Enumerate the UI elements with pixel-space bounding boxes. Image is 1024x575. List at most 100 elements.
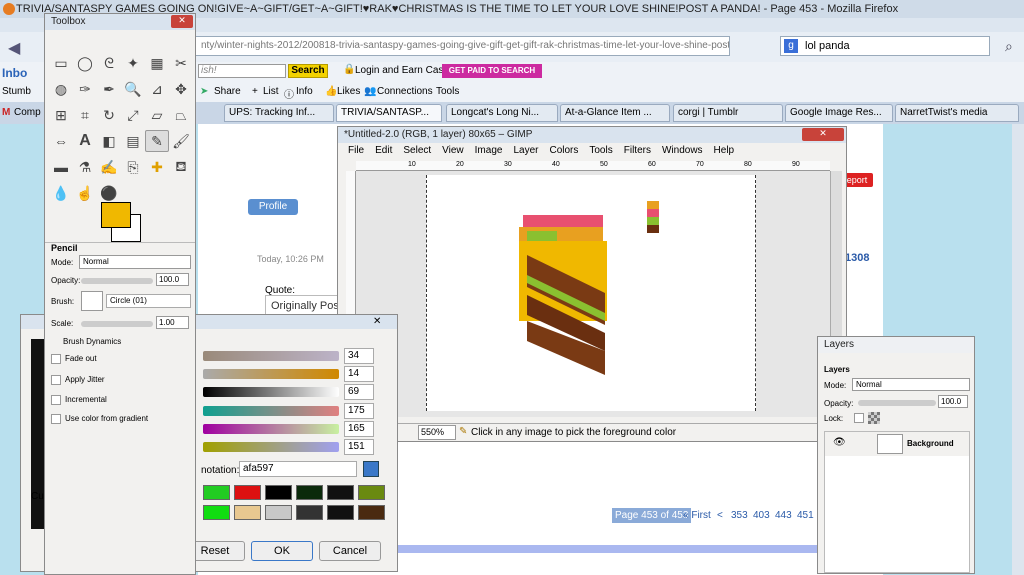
back-icon[interactable]: ◀ xyxy=(8,38,20,58)
google-search-input[interactable]: lol panda xyxy=(780,36,990,56)
cancel-button[interactable]: Cancel xyxy=(319,541,381,561)
tools-menu[interactable]: Tools xyxy=(436,86,459,97)
perspective-clone-icon[interactable]: ⛾ xyxy=(169,156,193,178)
brush-dynamics-expander[interactable]: Brush Dynamics xyxy=(63,337,121,346)
brush-preview[interactable] xyxy=(81,291,103,311)
rect-select-icon[interactable]: ▭ xyxy=(49,52,73,74)
move-icon[interactable]: ✥ xyxy=(169,78,193,100)
lock-alpha-icon[interactable] xyxy=(868,412,880,424)
menu-windows[interactable]: Windows xyxy=(662,145,703,156)
scale-icon[interactable]: ⤢ xyxy=(121,104,145,126)
history-swatch[interactable] xyxy=(358,505,385,520)
url-bar[interactable]: nty/winter-nights-2012/200818-trivia-san… xyxy=(170,36,730,56)
value-value[interactable]: 69 xyxy=(344,384,374,400)
blur-icon[interactable]: 💧 xyxy=(49,182,73,204)
tab-google-image[interactable]: Google Image Res... xyxy=(785,104,893,122)
close-icon[interactable]: ✕ xyxy=(171,15,193,28)
incremental-checkbox[interactable] xyxy=(51,395,61,405)
green-slider[interactable] xyxy=(203,424,339,434)
hue-value[interactable]: 34 xyxy=(344,348,374,364)
history-swatch[interactable] xyxy=(358,485,385,500)
close-icon[interactable]: ✕ xyxy=(802,128,844,141)
history-swatch[interactable] xyxy=(203,485,230,500)
history-swatch[interactable] xyxy=(203,505,230,520)
menu-layer[interactable]: Layer xyxy=(513,145,538,156)
heal-icon[interactable]: ✚ xyxy=(145,156,169,178)
flip-icon[interactable]: ⇔ xyxy=(49,130,73,152)
list-button[interactable]: List xyxy=(263,86,279,97)
page-scrollbar[interactable] xyxy=(1012,124,1024,575)
paintbrush-icon[interactable]: 🖌 xyxy=(169,130,193,152)
perspective-icon[interactable]: ⏢ xyxy=(169,104,193,126)
page-link[interactable]: 353 xyxy=(728,508,751,523)
toolbar-search-input[interactable]: ish! xyxy=(198,64,286,78)
scissors-icon[interactable]: ✂ xyxy=(169,52,193,74)
crop-icon[interactable]: ⌗ xyxy=(73,104,97,126)
ellipse-select-icon[interactable]: ◯ xyxy=(73,52,97,74)
blend-icon[interactable]: ▤ xyxy=(121,130,145,152)
menu-image[interactable]: Image xyxy=(475,145,503,156)
page-link[interactable]: 451 xyxy=(794,508,817,523)
color-select-icon[interactable]: ▦ xyxy=(145,52,169,74)
lasso-icon[interactable]: ᘓ xyxy=(97,52,121,74)
ok-button[interactable]: OK xyxy=(251,541,313,561)
login-link[interactable]: Login and Earn Cash xyxy=(355,65,449,76)
layers-mode-select[interactable]: Normal xyxy=(852,378,970,391)
menu-file[interactable]: File xyxy=(348,145,364,156)
value-slider[interactable] xyxy=(203,387,339,397)
eraser-icon[interactable]: ▬ xyxy=(49,156,73,178)
smudge-icon[interactable]: ☝ xyxy=(73,182,97,204)
history-swatch[interactable] xyxy=(327,505,354,520)
info-button[interactable]: Info xyxy=(296,86,313,97)
post-number[interactable]: 1308 xyxy=(845,252,869,264)
tab-at-a-glance[interactable]: At-a-Glance Item ... xyxy=(560,104,670,122)
first-page-link[interactable]: « First xyxy=(680,508,714,523)
opacity-value[interactable]: 100.0 xyxy=(156,273,189,286)
menu-filters[interactable]: Filters xyxy=(624,145,651,156)
tab-longcat[interactable]: Longcat's Long Ni... xyxy=(446,104,558,122)
scale-slider[interactable] xyxy=(81,321,153,327)
hex-notation-input[interactable]: afa597 xyxy=(239,461,357,477)
history-swatch[interactable] xyxy=(234,505,261,520)
layers-opacity-slider[interactable] xyxy=(858,400,936,406)
close-icon[interactable]: ✕ xyxy=(373,316,381,327)
clone-icon[interactable]: ⎘ xyxy=(121,156,145,178)
mode-select[interactable]: Normal xyxy=(79,255,191,269)
red-slider[interactable] xyxy=(203,406,339,416)
history-swatch[interactable] xyxy=(265,485,292,500)
history-swatch[interactable] xyxy=(296,505,323,520)
zoom-icon[interactable]: 🔍 xyxy=(121,78,145,100)
fade-out-checkbox[interactable] xyxy=(51,354,61,364)
saturation-value[interactable]: 14 xyxy=(344,366,374,382)
hue-slider[interactable] xyxy=(203,351,339,361)
blue-slider[interactable] xyxy=(203,442,339,452)
page-link[interactable]: 443 xyxy=(772,508,795,523)
gradient-checkbox[interactable] xyxy=(51,414,61,424)
paths-icon[interactable]: ✑ xyxy=(73,78,97,100)
menu-select[interactable]: Select xyxy=(403,145,431,156)
eyedropper-icon[interactable] xyxy=(363,461,379,477)
measure-icon[interactable]: ⊿ xyxy=(145,78,169,100)
history-swatch[interactable] xyxy=(296,485,323,500)
share-button[interactable]: Share xyxy=(214,86,241,97)
tab-compose[interactable]: Comp xyxy=(14,107,41,118)
opacity-slider[interactable] xyxy=(81,278,153,284)
history-swatch[interactable] xyxy=(234,485,261,500)
rotate-icon[interactable]: ↻ xyxy=(97,104,121,126)
menu-tools[interactable]: Tools xyxy=(589,145,612,156)
likes-button[interactable]: Likes xyxy=(337,86,360,97)
image-canvas[interactable] xyxy=(426,175,756,411)
shear-icon[interactable]: ▱ xyxy=(145,104,169,126)
paid-to-search-button[interactable]: GET PAID TO SEARCH xyxy=(442,64,542,78)
magic-wand-icon[interactable]: ✦ xyxy=(121,52,145,74)
connections-button[interactable]: Connections xyxy=(377,86,433,97)
align-icon[interactable]: ⊞ xyxy=(49,104,73,126)
menu-edit[interactable]: Edit xyxy=(375,145,392,156)
history-swatch[interactable] xyxy=(327,485,354,500)
menu-colors[interactable]: Colors xyxy=(549,145,578,156)
menu-view[interactable]: View xyxy=(442,145,464,156)
menu-help[interactable]: Help xyxy=(714,145,735,156)
saturation-slider[interactable] xyxy=(203,369,339,379)
layers-opacity-value[interactable]: 100.0 xyxy=(938,395,968,408)
tab-ups[interactable]: UPS: Tracking Inf... xyxy=(224,104,334,122)
